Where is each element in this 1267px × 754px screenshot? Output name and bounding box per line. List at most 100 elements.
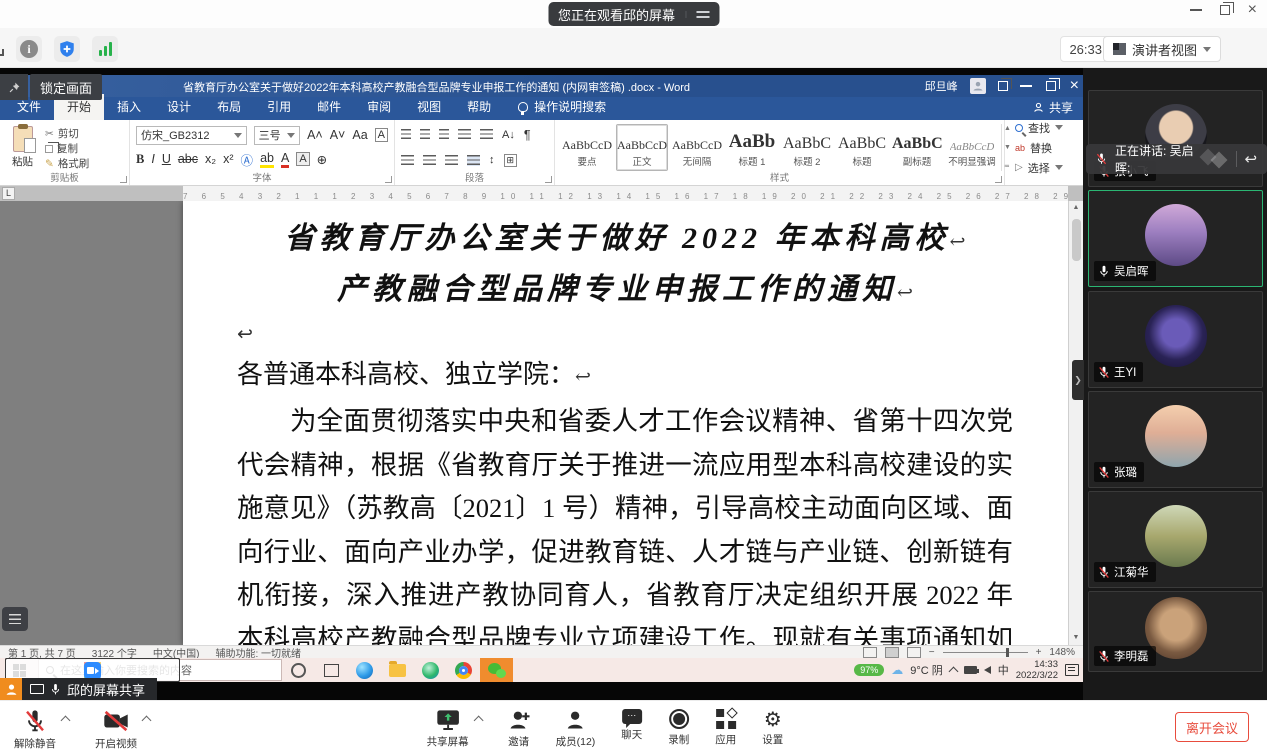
line-spacing-icon[interactable]: ↕ — [489, 154, 495, 166]
minimize-icon[interactable] — [1190, 9, 1202, 11]
floating-list-button[interactable] — [2, 607, 28, 631]
edge-button[interactable] — [348, 658, 381, 682]
tab-review[interactable]: 审阅 — [354, 94, 404, 120]
change-case-button[interactable]: Aa — [352, 128, 367, 142]
video-options-icon[interactable] — [142, 716, 152, 726]
user-avatar[interactable] — [970, 78, 986, 94]
decrease-indent-icon[interactable] — [458, 129, 471, 140]
members-button[interactable]: 成员(12) — [556, 709, 596, 749]
copy-button[interactable]: 复制 — [45, 141, 89, 156]
tab-view[interactable]: 视图 — [404, 94, 454, 120]
close-icon[interactable]: × — [1248, 4, 1257, 16]
wechat-button[interactable] — [480, 658, 513, 682]
style-yaodian[interactable]: AaBbCcD要点 — [561, 124, 613, 171]
tab-design[interactable]: 设计 — [154, 94, 204, 120]
numbering-icon[interactable] — [420, 129, 430, 140]
italic-button[interactable]: I — [151, 152, 154, 166]
network-signal-icon[interactable] — [92, 36, 118, 62]
unmute-button[interactable]: 解除静音 — [14, 709, 56, 751]
battery-icon[interactable] — [964, 666, 977, 674]
invite-button[interactable]: 邀请 — [508, 709, 530, 749]
font-size-select[interactable]: 三号 — [254, 126, 300, 145]
task-view-button[interactable] — [315, 658, 348, 682]
fullscreen-button[interactable] — [0, 38, 4, 56]
strikethrough-button[interactable]: abc — [178, 152, 198, 166]
leave-meeting-button[interactable]: 离开会议 — [1175, 712, 1249, 742]
weather-widget[interactable]: 9°C 阴 — [910, 662, 943, 678]
record-button[interactable]: 录制 — [668, 709, 689, 749]
word-minimize-icon[interactable] — [1020, 85, 1032, 87]
clipboard-dialog-launcher[interactable] — [120, 176, 127, 183]
meeting-info-button[interactable]: i — [16, 36, 42, 62]
style-subtitle[interactable]: AaBbC副标题 — [891, 124, 943, 171]
cut-button[interactable]: ✂剪切 — [45, 126, 89, 141]
shrink-font-button[interactable]: A˅ — [330, 128, 346, 142]
style-subtle-emphasis[interactable]: AaBbCcD不明显强调 — [946, 124, 998, 171]
word-share-button[interactable]: 共享 — [1033, 99, 1073, 116]
document-page[interactable]: 省教育厅办公室关于做好 2022 年本科高校↩ 产教融合型品牌专业申报工作的通知… — [183, 201, 1068, 645]
font-dialog-launcher[interactable] — [385, 176, 392, 183]
subscript-button[interactable]: x₂ — [205, 152, 216, 166]
scroll-down-icon[interactable]: ▼ — [1073, 631, 1080, 645]
tab-layout[interactable]: 布局 — [204, 94, 254, 120]
tab-insert[interactable]: 插入 — [104, 94, 154, 120]
clock[interactable]: 14:33 2022/3/22 — [1016, 659, 1058, 681]
view-mode-button[interactable]: 演讲者视图 — [1103, 36, 1221, 62]
file-explorer-button[interactable] — [381, 658, 414, 682]
pilcrow-icon[interactable]: ¶ — [524, 128, 531, 142]
tab-mailings[interactable]: 邮件 — [304, 94, 354, 120]
start-video-button[interactable]: 开启视频 — [95, 709, 137, 751]
word-restore-icon[interactable] — [1046, 81, 1056, 91]
font-color-button[interactable]: A — [281, 151, 289, 168]
participant-tile[interactable]: 李明磊 — [1088, 591, 1263, 672]
chrome-button[interactable] — [447, 658, 480, 682]
style-title[interactable]: AaBbC标题 — [836, 124, 888, 171]
grow-font-button[interactable]: A˄ — [307, 128, 323, 142]
participant-tile[interactable]: 江菊华 — [1088, 491, 1263, 588]
shading-button[interactable]: A — [296, 152, 309, 166]
enclose-char-button[interactable]: ⊕ — [317, 152, 327, 167]
participant-tile[interactable]: 张璐 — [1088, 391, 1263, 488]
superscript-button[interactable]: x² — [223, 152, 233, 166]
find-button[interactable]: 查找 — [1015, 120, 1063, 136]
speaker-icon[interactable] — [984, 666, 991, 674]
share-options-icon[interactable] — [473, 716, 483, 726]
restore-icon[interactable] — [1220, 5, 1230, 15]
tray-expand-icon[interactable] — [948, 667, 958, 677]
style-heading1[interactable]: AaBb标题 1 — [726, 124, 778, 171]
style-normal[interactable]: AaBbCcDd正文 — [616, 124, 668, 171]
bold-button[interactable]: B — [136, 152, 144, 167]
sidebar-collapse-handle[interactable]: ❯ — [1072, 360, 1084, 400]
browser-button[interactable] — [414, 658, 447, 682]
ruler[interactable]: L 7 6 5 4 3 2 1 1 1 2 3 4 5 6 7 8 9 10 1… — [0, 186, 1083, 201]
ime-indicator[interactable]: 中 — [998, 662, 1009, 678]
pin-screen-control[interactable]: 锁定画面 — [0, 74, 102, 100]
sort-icon[interactable]: A↓ — [502, 129, 515, 141]
zoom-in-icon[interactable]: + — [1036, 647, 1042, 658]
tab-references[interactable]: 引用 — [254, 94, 304, 120]
style-no-spacing[interactable]: AaBbCcDd无间隔 — [671, 124, 723, 171]
participant-tile-speaking[interactable]: 吴启晖 — [1088, 190, 1263, 287]
participant-tile[interactable]: 王YI — [1088, 291, 1263, 388]
bullets-icon[interactable] — [401, 129, 411, 140]
cortana-button[interactable] — [282, 658, 315, 682]
ribbon-display-options-icon[interactable] — [998, 81, 1008, 91]
zoom-slider[interactable] — [943, 652, 1028, 653]
paste-button[interactable]: 粘贴 — [6, 124, 39, 171]
tab-help[interactable]: 帮助 — [454, 94, 504, 120]
share-screen-button[interactable]: 共享屏幕 — [427, 709, 469, 749]
reply-arrow-icon[interactable]: ↩ — [1244, 150, 1257, 168]
highlight-button[interactable]: ab — [260, 151, 274, 168]
tell-me-search[interactable]: 操作说明搜索 — [518, 98, 606, 120]
banner-menu-icon[interactable] — [685, 11, 709, 18]
style-heading2[interactable]: AaBbC标题 2 — [781, 124, 833, 171]
web-layout-icon[interactable] — [907, 647, 921, 658]
security-shield-icon[interactable] — [54, 36, 80, 62]
pin-icon[interactable] — [0, 74, 28, 100]
vertical-scrollbar[interactable]: ▲ ▼ — [1068, 201, 1083, 645]
tab-stop-selector[interactable]: L — [2, 187, 15, 200]
scroll-up-icon[interactable]: ▲ — [1073, 201, 1080, 215]
align-left-icon[interactable] — [401, 155, 414, 166]
underline-button[interactable]: U — [162, 152, 171, 166]
sharer-badge[interactable] — [0, 678, 22, 700]
